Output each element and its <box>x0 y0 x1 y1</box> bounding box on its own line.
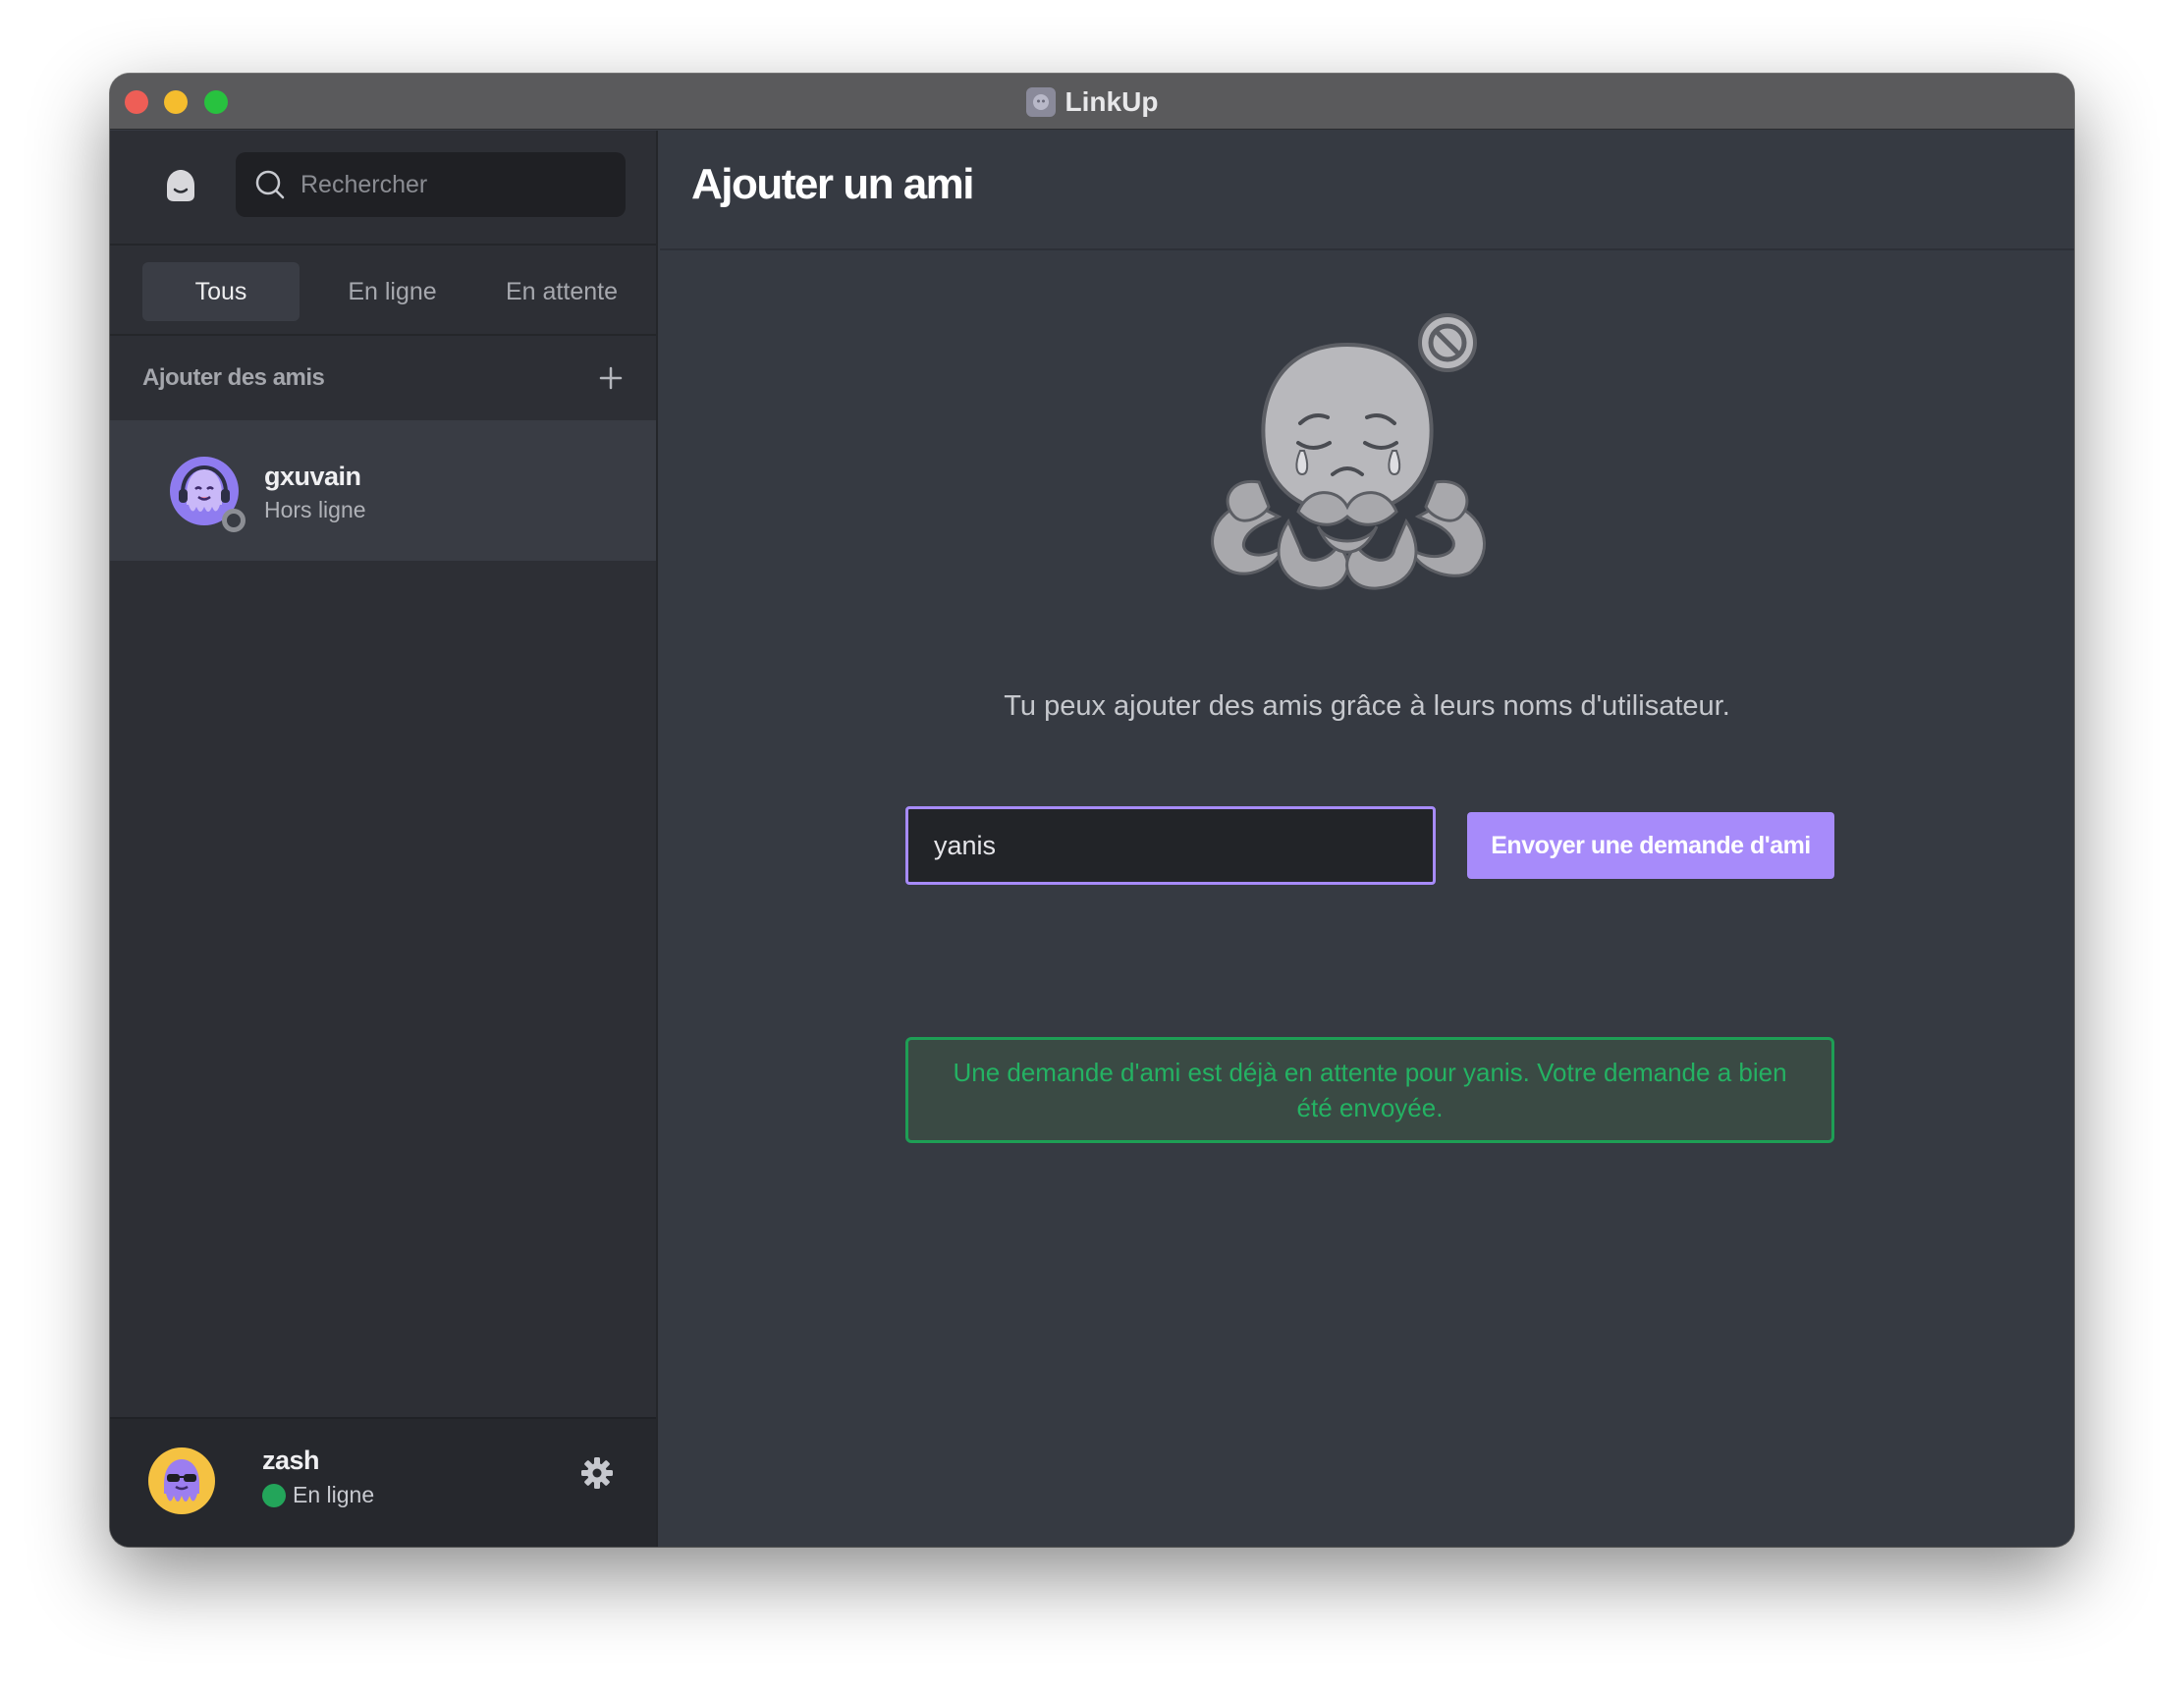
add-friends-section: Ajouter des amis <box>142 354 626 403</box>
send-friend-request-button[interactable]: Envoyer une demande d'ami <box>1467 812 1834 879</box>
plus-icon[interactable] <box>596 363 626 393</box>
blocked-icon <box>1418 313 1477 372</box>
sad-octopus-illustration <box>1211 313 1487 590</box>
window-title-group: LinkUp <box>110 74 2074 130</box>
gear-icon[interactable] <box>579 1455 615 1491</box>
friend-name: gxuvain <box>264 462 361 491</box>
window-title: LinkUp <box>1065 85 1159 117</box>
search-input[interactable] <box>300 170 595 199</box>
username-input[interactable] <box>905 806 1436 885</box>
add-friends-label: Ajouter des amis <box>142 364 325 391</box>
friend-tabs: Tous En ligne En attente <box>110 247 658 336</box>
current-user-name: zash <box>262 1446 320 1475</box>
add-friend-hint: Tu peux ajouter des amis grâce à leurs n… <box>1004 690 1730 722</box>
app-icon <box>1025 86 1056 117</box>
tab-online[interactable]: En ligne <box>311 262 473 321</box>
success-alert: Une demande d'ami est déjà en attente po… <box>905 1037 1834 1143</box>
current-user-avatar[interactable] <box>147 1447 216 1515</box>
search-icon <box>255 170 285 199</box>
app-window: LinkUp Tous En ligne En attente <box>110 74 2074 1547</box>
search-box[interactable] <box>236 152 626 217</box>
title-bar: LinkUp <box>110 74 2074 130</box>
main-header: Ajouter un ami <box>660 131 2074 250</box>
offline-status-indicator <box>222 509 246 532</box>
page-title: Ajouter un ami <box>691 160 975 208</box>
sidebar-header <box>110 131 658 246</box>
online-status-indicator <box>262 1484 286 1507</box>
main-content: Ajouter un ami Tu peux ajouter des amis … <box>660 131 2074 1547</box>
home-icon[interactable] <box>161 166 200 205</box>
friend-list-item[interactable]: gxuvain Hors ligne <box>110 420 656 561</box>
current-user-status: En ligne <box>293 1482 375 1507</box>
friend-status: Hors ligne <box>264 497 366 522</box>
sidebar: Tous En ligne En attente Ajouter des ami… <box>110 131 658 1547</box>
tab-all[interactable]: Tous <box>142 262 300 321</box>
tab-pending[interactable]: En attente <box>483 262 640 321</box>
